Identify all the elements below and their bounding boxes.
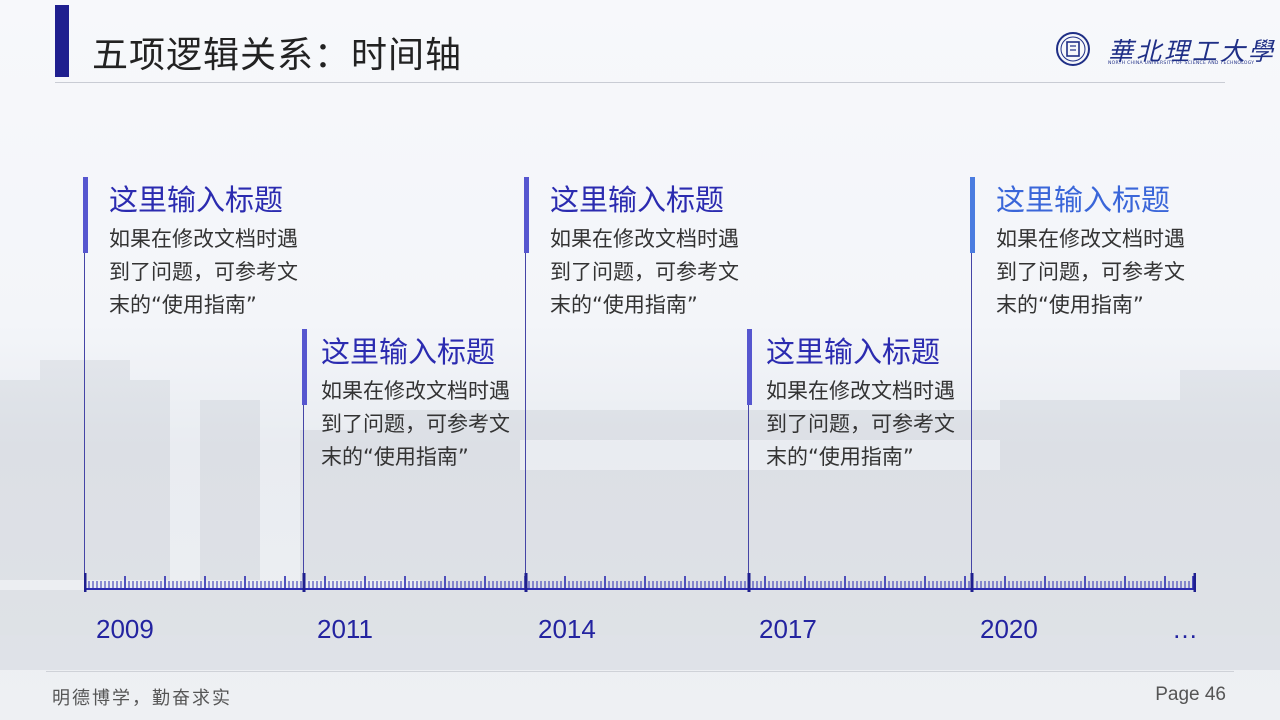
event-title: 这里输入标题 — [109, 183, 284, 217]
header-divider — [55, 82, 1225, 83]
timeline-axis — [84, 573, 1196, 592]
event-accent-bar — [747, 329, 752, 405]
title-accent-bar — [55, 5, 69, 77]
event-accent-bar — [970, 177, 975, 253]
year-label: 2009 — [96, 614, 154, 644]
event-accent-bar — [524, 177, 529, 253]
event-description: 如果在修改文档时遇到了问题，可参考文末的“使用指南” — [109, 227, 298, 317]
page-title: 五项逻辑关系：时间轴 — [92, 35, 463, 76]
event-title: 这里输入标题 — [996, 183, 1171, 217]
university-seal-icon — [1056, 32, 1090, 66]
event-accent-bar — [83, 177, 88, 253]
event-description: 如果在修改文档时遇到了问题，可参考文末的“使用指南” — [321, 379, 510, 469]
axis-ellipsis: … — [1172, 614, 1198, 644]
page-number: Page 46 — [1155, 684, 1226, 705]
event-description: 如果在修改文档时遇到了问题，可参考文末的“使用指南” — [996, 227, 1185, 317]
year-label: 2017 — [759, 614, 817, 644]
event-title: 这里输入标题 — [550, 183, 725, 217]
event-description: 如果在修改文档时遇到了问题，可参考文末的“使用指南” — [550, 227, 739, 317]
event-title: 这里输入标题 — [321, 335, 496, 369]
university-logo-subtitle: NORTH CHINA UNIVERSITY OF SCIENCE AND TE… — [1108, 61, 1255, 66]
event-title: 这里输入标题 — [766, 335, 941, 369]
event-accent-bar — [302, 329, 307, 405]
campus-background-image — [0, 360, 1280, 670]
year-label: 2020 — [980, 614, 1038, 644]
footer-divider — [46, 671, 1234, 672]
event-description: 如果在修改文档时遇到了问题，可参考文末的“使用指南” — [766, 379, 955, 469]
year-label: 2011 — [317, 614, 373, 644]
year-label: 2014 — [538, 614, 596, 644]
footer-motto: 明德博学，勤奋求实 — [52, 688, 232, 709]
